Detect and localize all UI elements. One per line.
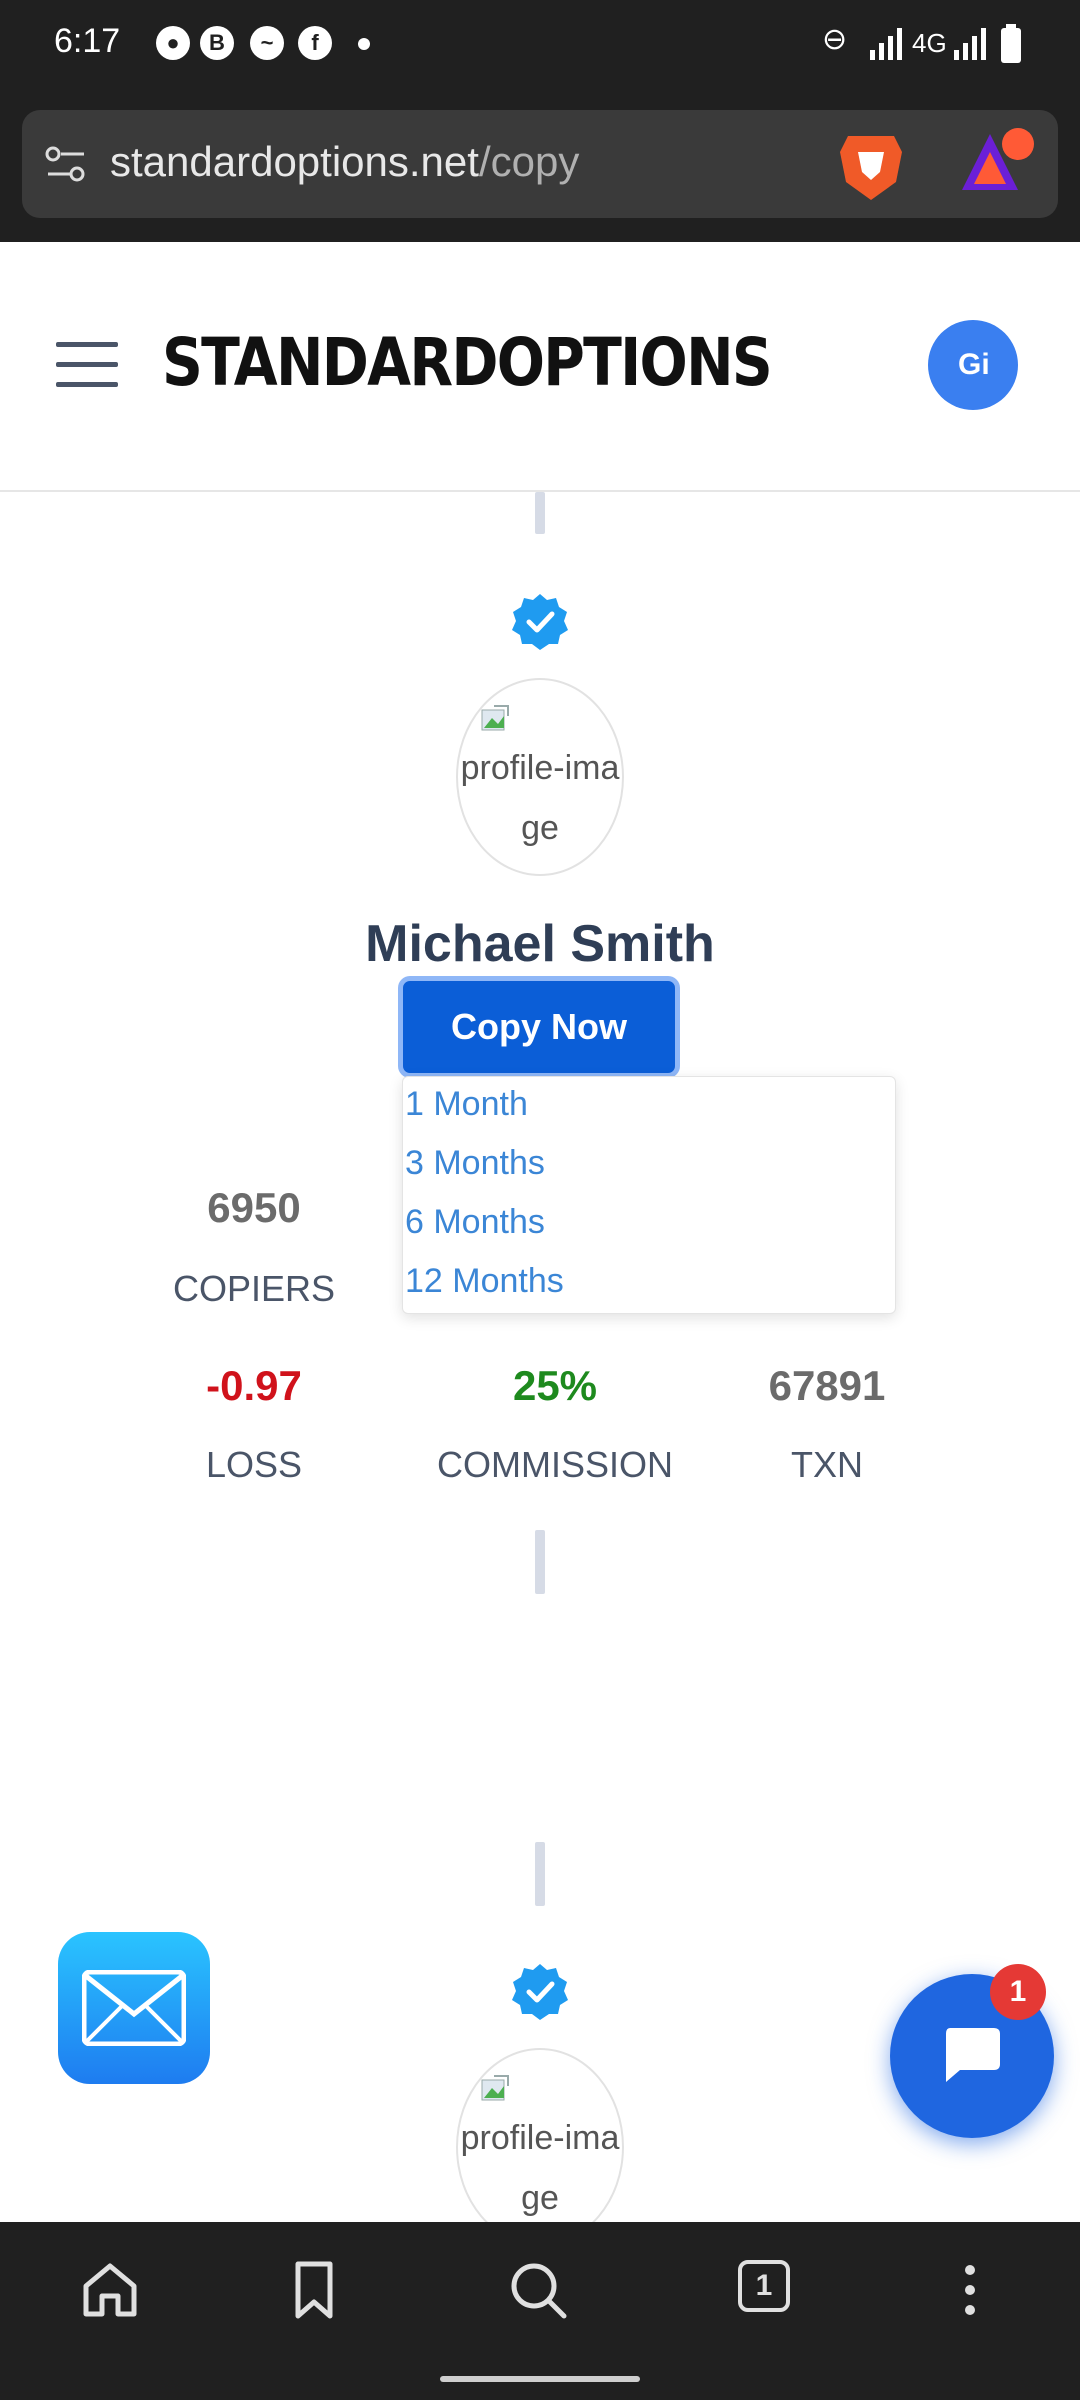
battery-icon xyxy=(1001,24,1021,63)
chat-unread-badge: 1 xyxy=(990,1964,1046,2020)
duration-option-12-months[interactable]: 12 Months xyxy=(405,1262,564,1301)
home-icon[interactable] xyxy=(80,2260,140,2320)
browser-toolbar: standardoptions.net/copy xyxy=(0,88,1080,242)
verified-badge-icon xyxy=(512,594,568,650)
url-domain: standardoptions.net xyxy=(110,138,479,185)
system-nav-bar xyxy=(0,2358,1080,2400)
mail-icon xyxy=(82,1970,186,2046)
search-icon[interactable] xyxy=(508,2260,568,2320)
bookmark-icon[interactable] xyxy=(284,2260,344,2320)
commission-label: COMMISSION xyxy=(436,1444,673,1485)
next-profile-image-alt-text: profile-image xyxy=(460,2119,620,2217)
loss-label: LOSS xyxy=(205,1444,303,1485)
status-time: 6:17 xyxy=(54,22,121,60)
tabs-button[interactable]: 1 xyxy=(738,2260,790,2312)
mail-button[interactable] xyxy=(58,1932,210,2084)
more-notifications-icon xyxy=(358,38,370,50)
site-header: STANDARDOPTIONS Gi xyxy=(0,242,1080,492)
duration-dropdown: 1 Month 3 Months 6 Months 12 Months xyxy=(402,1076,896,1314)
facebook-notification-icon: f xyxy=(298,26,332,60)
profile-image-alt-text: profile-image xyxy=(460,749,620,847)
brave-shields-icon[interactable] xyxy=(838,130,904,202)
url-path: /copy xyxy=(478,138,580,185)
dnd-icon: ⊖ xyxy=(822,23,848,56)
status-bar: 6:17 ● B ~ f ⊖ 4G xyxy=(0,0,1080,88)
messenger-notification-icon: ~ xyxy=(250,26,284,60)
site-settings-icon[interactable] xyxy=(44,142,88,186)
url-text[interactable]: standardoptions.net/copy xyxy=(110,138,579,186)
duration-option-3-months[interactable]: 3 Months xyxy=(405,1144,545,1183)
address-bar[interactable]: standardoptions.net/copy xyxy=(22,110,1058,218)
signal-2-icon xyxy=(954,28,986,60)
b-notification-icon: B xyxy=(200,26,234,60)
next-trader-profile-image: profile-image xyxy=(456,2048,624,2246)
copiers-value: 6950 xyxy=(207,1184,301,1231)
broken-image-icon xyxy=(481,705,509,731)
signal-icon xyxy=(870,28,902,60)
next-verified-badge-icon xyxy=(512,1964,568,2020)
site-logo[interactable]: STANDARDOPTIONS xyxy=(162,324,773,401)
more-menu-icon[interactable] xyxy=(940,2260,1000,2320)
messages-notification-icon: ● xyxy=(156,26,190,60)
txn-value: 67891 xyxy=(768,1362,886,1409)
duration-option-1-month[interactable]: 1 Month xyxy=(405,1085,528,1124)
card-divider-bottom xyxy=(535,1530,545,1594)
duration-option-6-months[interactable]: 6 Months xyxy=(405,1203,545,1242)
commission-value: 25% xyxy=(512,1362,598,1409)
trader-name: Michael Smith xyxy=(365,915,715,973)
browser-bottom-toolbar: 1 xyxy=(0,2222,1080,2358)
next-broken-image-icon xyxy=(481,2075,509,2101)
brave-rewards-icon[interactable] xyxy=(960,128,1040,200)
copy-now-button[interactable]: Copy Now xyxy=(398,976,680,1078)
chat-bubble-icon xyxy=(946,2028,1000,2082)
card-divider xyxy=(535,492,545,534)
user-avatar[interactable]: Gi xyxy=(928,320,1018,410)
next-card-divider xyxy=(535,1842,545,1906)
hamburger-menu-icon[interactable] xyxy=(56,340,118,390)
copiers-label: COPIERS xyxy=(172,1268,336,1309)
network-type-label: 4G xyxy=(912,28,947,58)
trader-profile-image: profile-image xyxy=(456,678,624,876)
txn-label: TXN xyxy=(791,1444,863,1485)
loss-value: -0.97 xyxy=(206,1362,302,1409)
gesture-handle[interactable] xyxy=(440,2376,640,2382)
